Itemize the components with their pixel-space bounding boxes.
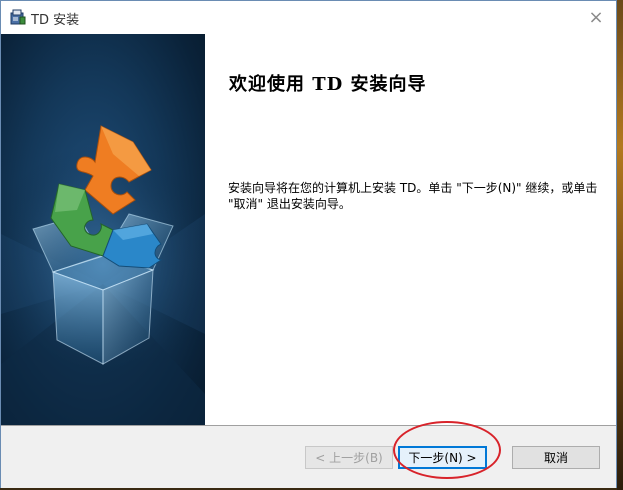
side-banner (1, 34, 205, 425)
title-bar: TD 安装 × (1, 1, 616, 34)
desktop-background (617, 0, 623, 490)
close-button[interactable]: × (580, 3, 612, 31)
next-button[interactable]: 下一步(N) > (398, 446, 487, 469)
welcome-panel: 欢迎使用 TD 安装向导 安装向导将在您的计算机上安装 TD。单击 "下一步(N… (205, 34, 616, 425)
welcome-heading: 欢迎使用 TD 安装向导 (229, 74, 427, 95)
window-title: TD 安装 (31, 13, 80, 28)
back-button[interactable]: < 上一步(B) (305, 446, 393, 469)
welcome-description: 安装向导将在您的计算机上安装 TD。单击 "下一步(N)" 继续，或单击 "取消… (228, 181, 598, 211)
cancel-button[interactable]: 取消 (512, 446, 600, 469)
button-bar: < 上一步(B) 下一步(N) > 取消 (1, 425, 616, 488)
installer-window: TD 安装 × 欢迎使用 TD 安装向导 安装向导将在您的计算机上安装 TD。单… (0, 0, 617, 488)
installer-package-icon (10, 9, 26, 25)
close-icon: × (588, 6, 604, 28)
puzzle-box-icon (1, 125, 205, 425)
